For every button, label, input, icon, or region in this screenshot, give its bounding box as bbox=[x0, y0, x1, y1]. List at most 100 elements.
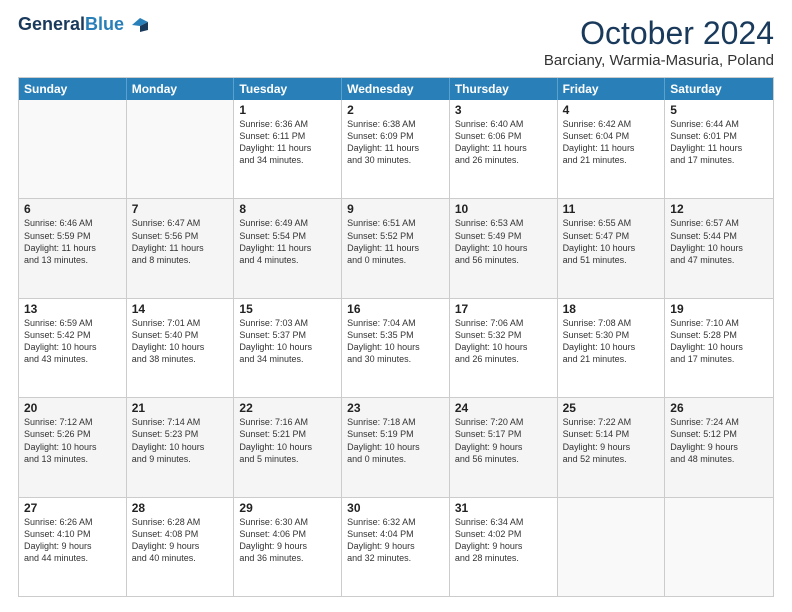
day-info: Sunrise: 6:34 AM Sunset: 4:02 PM Dayligh… bbox=[455, 517, 524, 563]
day-cell-5: 5 Sunrise: 6:44 AM Sunset: 6:01 PM Daylig… bbox=[665, 100, 773, 198]
day-info: Sunrise: 6:59 AM Sunset: 5:42 PM Dayligh… bbox=[24, 318, 97, 364]
day-info: Sunrise: 6:49 AM Sunset: 5:54 PM Dayligh… bbox=[239, 218, 311, 264]
calendar-row-1: 1Sunrise: 6:36 AM Sunset: 6:11 PM Daylig… bbox=[19, 100, 773, 199]
day-info: Sunrise: 7:01 AM Sunset: 5:40 PM Dayligh… bbox=[132, 318, 205, 364]
day-cell-17: 17 Sunrise: 7:06 AM Sunset: 5:32 PM Dayli… bbox=[450, 299, 558, 397]
day-cell-6: 6 Sunrise: 6:46 AM Sunset: 5:59 PM Daylig… bbox=[19, 199, 127, 297]
day-cell-8: 8Sunrise: 6:49 AM Sunset: 5:54 PM Daylig… bbox=[234, 199, 342, 297]
title-block: October 2024 Barciany, Warmia-Masuria, P… bbox=[544, 15, 774, 69]
day-number: 13 bbox=[24, 302, 121, 316]
day-header-tuesday: Tuesday bbox=[234, 78, 342, 100]
day-info: Sunrise: 7:20 AM Sunset: 5:17 PM Dayligh… bbox=[455, 417, 524, 463]
day-cell-30: 30 Sunrise: 6:32 AM Sunset: 4:04 PM Dayli… bbox=[342, 498, 450, 596]
day-cell-26: 26 Sunrise: 7:24 AM Sunset: 5:12 PM Dayli… bbox=[665, 398, 773, 496]
day-cell-3: 3Sunrise: 6:40 AM Sunset: 6:06 PM Daylig… bbox=[450, 100, 558, 198]
empty-cell bbox=[19, 100, 127, 198]
day-cell-31: 31Sunrise: 6:34 AM Sunset: 4:02 PM Dayli… bbox=[450, 498, 558, 596]
day-header-friday: Friday bbox=[558, 78, 666, 100]
calendar-row-3: 13 Sunrise: 6:59 AM Sunset: 5:42 PM Dayli… bbox=[19, 299, 773, 398]
day-info: Sunrise: 6:40 AM Sunset: 6:06 PM Dayligh… bbox=[455, 119, 527, 165]
day-info: Sunrise: 7:14 AM Sunset: 5:23 PM Dayligh… bbox=[132, 417, 205, 463]
day-number: 28 bbox=[132, 501, 229, 515]
day-number: 11 bbox=[563, 202, 660, 216]
day-info: Sunrise: 6:46 AM Sunset: 5:59 PM Dayligh… bbox=[24, 218, 96, 264]
logo: GeneralBlue bbox=[18, 15, 148, 35]
day-number: 16 bbox=[347, 302, 444, 316]
header: GeneralBlue October 2024 Barciany, Warmi… bbox=[18, 15, 774, 69]
calendar-row-5: 27Sunrise: 6:26 AM Sunset: 4:10 PM Dayli… bbox=[19, 498, 773, 596]
day-number: 30 bbox=[347, 501, 444, 515]
day-cell-20: 20 Sunrise: 7:12 AM Sunset: 5:26 PM Dayli… bbox=[19, 398, 127, 496]
day-info: Sunrise: 6:28 AM Sunset: 4:08 PM Dayligh… bbox=[132, 517, 201, 563]
day-info: Sunrise: 7:10 AM Sunset: 5:28 PM Dayligh… bbox=[670, 318, 743, 364]
subtitle: Barciany, Warmia-Masuria, Poland bbox=[544, 52, 774, 69]
day-number: 21 bbox=[132, 401, 229, 415]
day-cell-27: 27Sunrise: 6:26 AM Sunset: 4:10 PM Dayli… bbox=[19, 498, 127, 596]
day-info: Sunrise: 7:18 AM Sunset: 5:19 PM Dayligh… bbox=[347, 417, 420, 463]
day-cell-19: 19Sunrise: 7:10 AM Sunset: 5:28 PM Dayli… bbox=[665, 299, 773, 397]
calendar: SundayMondayTuesdayWednesdayThursdayFrid… bbox=[18, 77, 774, 597]
day-number: 20 bbox=[24, 401, 121, 415]
page: GeneralBlue October 2024 Barciany, Warmi… bbox=[0, 0, 792, 612]
day-cell-29: 29Sunrise: 6:30 AM Sunset: 4:06 PM Dayli… bbox=[234, 498, 342, 596]
day-cell-1: 1Sunrise: 6:36 AM Sunset: 6:11 PM Daylig… bbox=[234, 100, 342, 198]
calendar-body: 1Sunrise: 6:36 AM Sunset: 6:11 PM Daylig… bbox=[19, 100, 773, 596]
day-cell-11: 11 Sunrise: 6:55 AM Sunset: 5:47 PM Dayli… bbox=[558, 199, 666, 297]
day-number: 24 bbox=[455, 401, 552, 415]
main-title: October 2024 bbox=[544, 15, 774, 52]
day-number: 6 bbox=[24, 202, 121, 216]
day-number: 23 bbox=[347, 401, 444, 415]
day-header-monday: Monday bbox=[127, 78, 235, 100]
day-number: 10 bbox=[455, 202, 552, 216]
day-cell-9: 9 Sunrise: 6:51 AM Sunset: 5:52 PM Daylig… bbox=[342, 199, 450, 297]
day-info: Sunrise: 6:38 AM Sunset: 6:09 PM Dayligh… bbox=[347, 119, 419, 165]
day-cell-14: 14 Sunrise: 7:01 AM Sunset: 5:40 PM Dayli… bbox=[127, 299, 235, 397]
day-number: 29 bbox=[239, 501, 336, 515]
day-info: Sunrise: 7:12 AM Sunset: 5:26 PM Dayligh… bbox=[24, 417, 97, 463]
day-cell-10: 10 Sunrise: 6:53 AM Sunset: 5:49 PM Dayli… bbox=[450, 199, 558, 297]
day-info: Sunrise: 6:51 AM Sunset: 5:52 PM Dayligh… bbox=[347, 218, 419, 264]
day-info: Sunrise: 7:04 AM Sunset: 5:35 PM Dayligh… bbox=[347, 318, 420, 364]
day-info: Sunrise: 7:16 AM Sunset: 5:21 PM Dayligh… bbox=[239, 417, 312, 463]
day-cell-28: 28 Sunrise: 6:28 AM Sunset: 4:08 PM Dayli… bbox=[127, 498, 235, 596]
day-cell-13: 13 Sunrise: 6:59 AM Sunset: 5:42 PM Dayli… bbox=[19, 299, 127, 397]
day-cell-24: 24 Sunrise: 7:20 AM Sunset: 5:17 PM Dayli… bbox=[450, 398, 558, 496]
day-info: Sunrise: 6:47 AM Sunset: 5:56 PM Dayligh… bbox=[132, 218, 204, 264]
day-info: Sunrise: 6:42 AM Sunset: 6:04 PM Dayligh… bbox=[563, 119, 635, 165]
day-info: Sunrise: 6:53 AM Sunset: 5:49 PM Dayligh… bbox=[455, 218, 528, 264]
day-info: Sunrise: 6:55 AM Sunset: 5:47 PM Dayligh… bbox=[563, 218, 636, 264]
day-cell-16: 16 Sunrise: 7:04 AM Sunset: 5:35 PM Dayli… bbox=[342, 299, 450, 397]
empty-cell bbox=[665, 498, 773, 596]
day-number: 27 bbox=[24, 501, 121, 515]
day-info: Sunrise: 7:08 AM Sunset: 5:30 PM Dayligh… bbox=[563, 318, 636, 364]
day-cell-4: 4 Sunrise: 6:42 AM Sunset: 6:04 PM Daylig… bbox=[558, 100, 666, 198]
day-info: Sunrise: 7:24 AM Sunset: 5:12 PM Dayligh… bbox=[670, 417, 739, 463]
day-number: 14 bbox=[132, 302, 229, 316]
day-info: Sunrise: 6:32 AM Sunset: 4:04 PM Dayligh… bbox=[347, 517, 416, 563]
day-cell-18: 18Sunrise: 7:08 AM Sunset: 5:30 PM Dayli… bbox=[558, 299, 666, 397]
calendar-header: SundayMondayTuesdayWednesdayThursdayFrid… bbox=[19, 78, 773, 100]
day-number: 22 bbox=[239, 401, 336, 415]
day-number: 7 bbox=[132, 202, 229, 216]
day-number: 26 bbox=[670, 401, 768, 415]
day-info: Sunrise: 7:06 AM Sunset: 5:32 PM Dayligh… bbox=[455, 318, 528, 364]
day-cell-2: 2Sunrise: 6:38 AM Sunset: 6:09 PM Daylig… bbox=[342, 100, 450, 198]
day-cell-25: 25Sunrise: 7:22 AM Sunset: 5:14 PM Dayli… bbox=[558, 398, 666, 496]
day-cell-22: 22 Sunrise: 7:16 AM Sunset: 5:21 PM Dayli… bbox=[234, 398, 342, 496]
calendar-row-4: 20 Sunrise: 7:12 AM Sunset: 5:26 PM Dayli… bbox=[19, 398, 773, 497]
day-number: 25 bbox=[563, 401, 660, 415]
day-number: 9 bbox=[347, 202, 444, 216]
day-info: Sunrise: 6:57 AM Sunset: 5:44 PM Dayligh… bbox=[670, 218, 743, 264]
calendar-row-2: 6 Sunrise: 6:46 AM Sunset: 5:59 PM Daylig… bbox=[19, 199, 773, 298]
day-number: 4 bbox=[563, 103, 660, 117]
empty-cell bbox=[127, 100, 235, 198]
logo-bird-icon bbox=[126, 16, 148, 34]
day-cell-15: 15Sunrise: 7:03 AM Sunset: 5:37 PM Dayli… bbox=[234, 299, 342, 397]
day-header-saturday: Saturday bbox=[665, 78, 773, 100]
day-header-sunday: Sunday bbox=[19, 78, 127, 100]
day-info: Sunrise: 6:36 AM Sunset: 6:11 PM Dayligh… bbox=[239, 119, 311, 165]
day-info: Sunrise: 6:44 AM Sunset: 6:01 PM Dayligh… bbox=[670, 119, 742, 165]
day-number: 17 bbox=[455, 302, 552, 316]
day-number: 5 bbox=[670, 103, 768, 117]
logo-text-general: GeneralBlue bbox=[18, 15, 124, 35]
